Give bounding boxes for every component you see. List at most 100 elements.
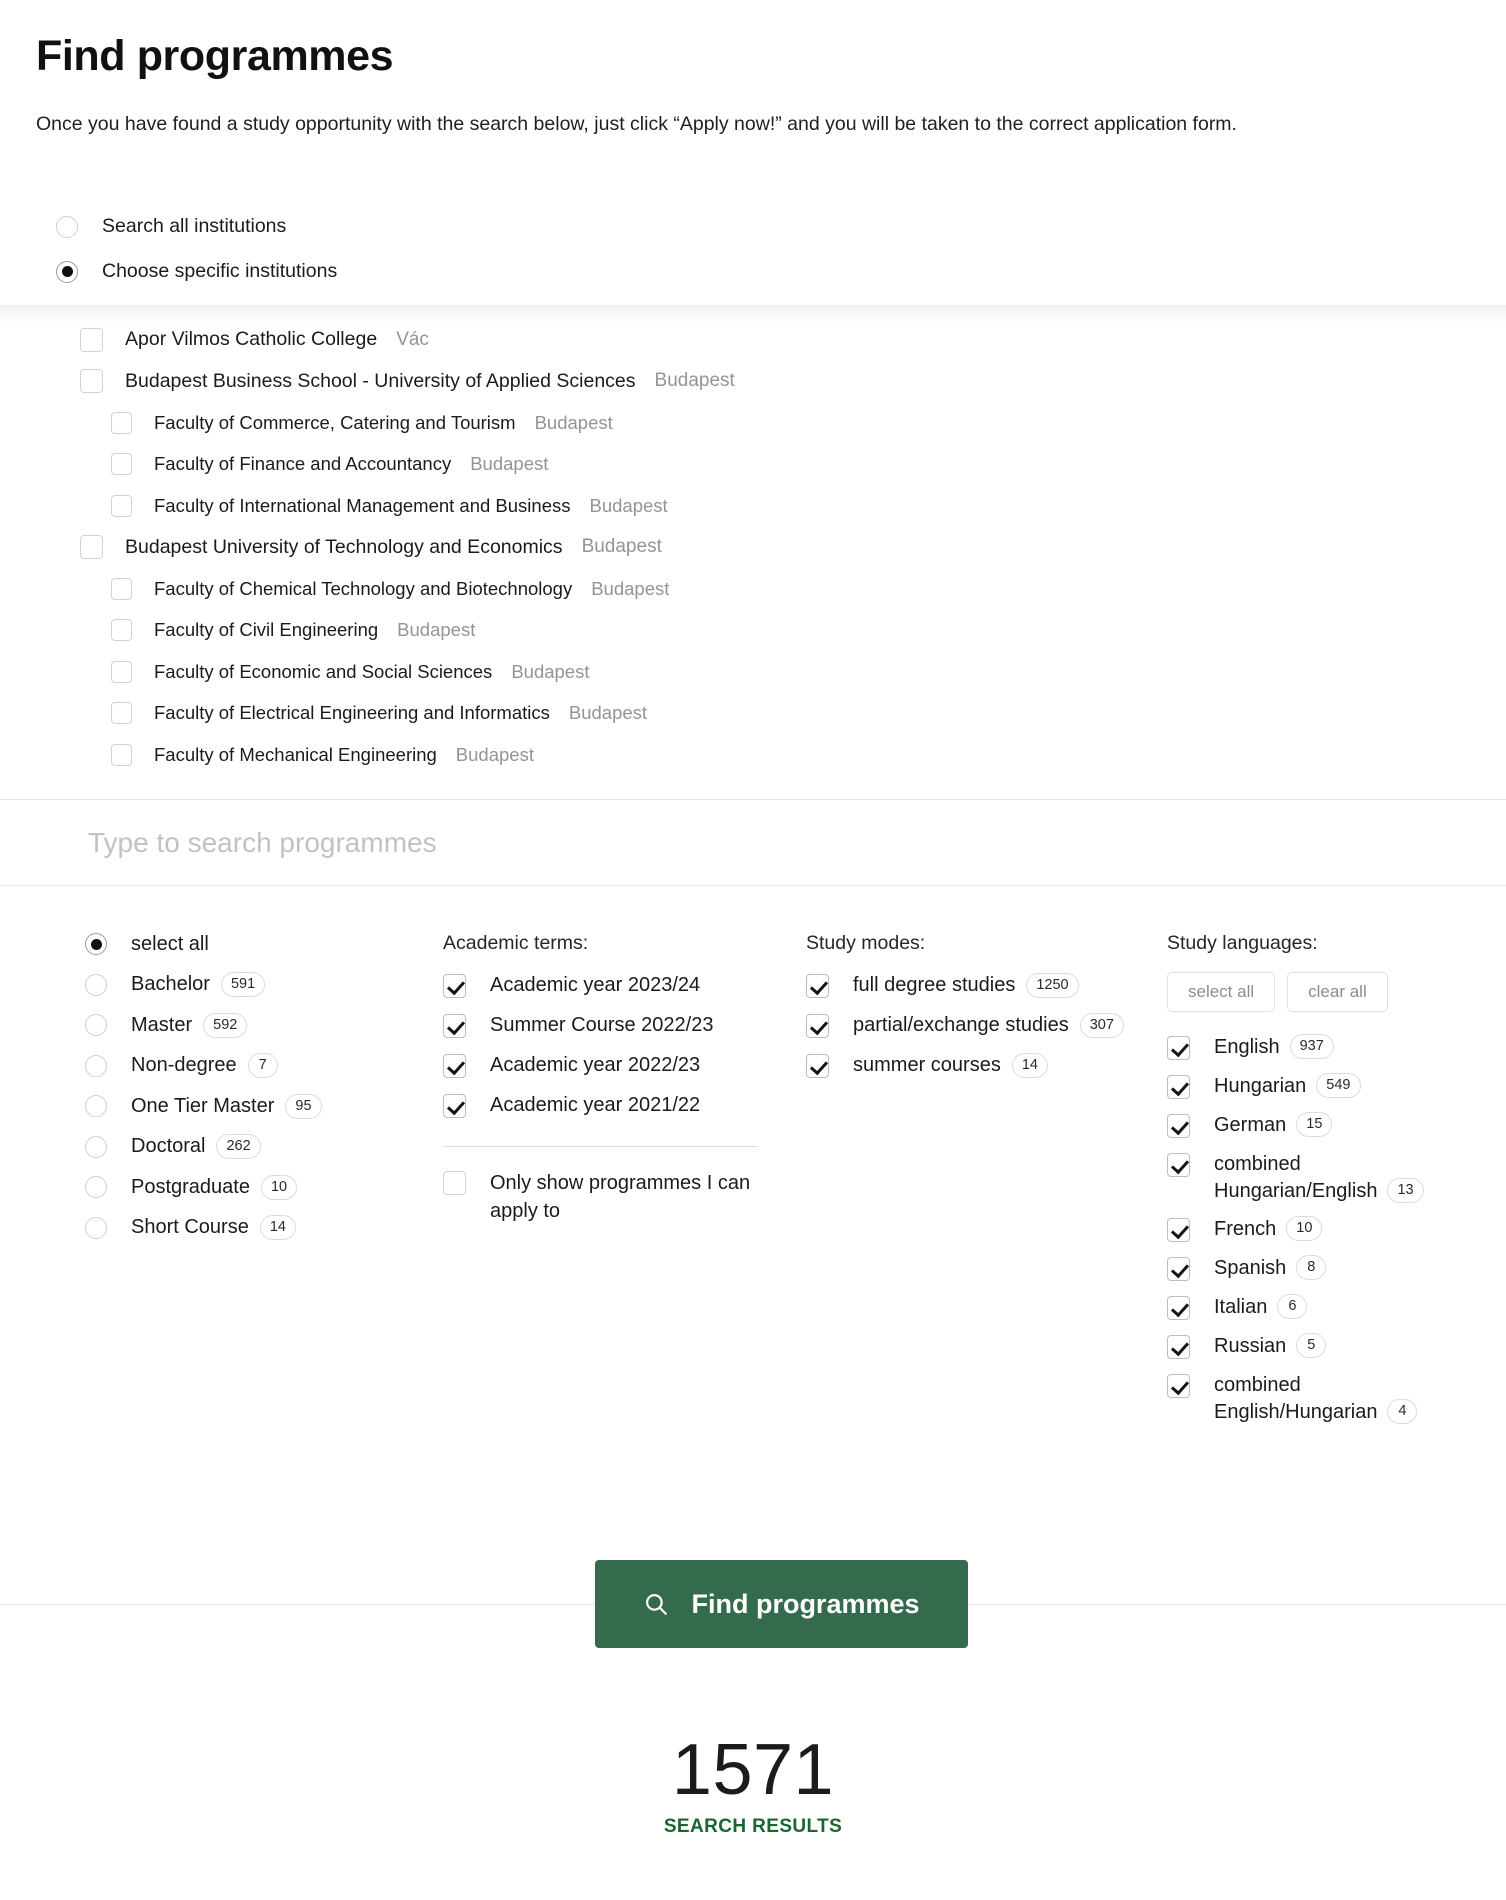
academic-term-option[interactable]: Academic year 2021/22 [443, 1092, 773, 1120]
scope-option-1[interactable]: Choose specific institutions [56, 249, 756, 294]
count-badge: 6 [1277, 1294, 1308, 1320]
institution-row[interactable]: Faculty of Commerce, Catering and Touris… [0, 402, 1506, 444]
study-mode-checkbox[interactable] [806, 1054, 829, 1078]
count-badge: 307 [1079, 1012, 1124, 1038]
study-language-checkbox[interactable] [1167, 1296, 1190, 1320]
study-language-label: English [1214, 1036, 1280, 1058]
study-language-option[interactable]: French 10 [1167, 1216, 1487, 1244]
institution-checkbox[interactable] [111, 453, 132, 476]
institution-checkbox[interactable] [111, 411, 132, 434]
institution-row[interactable]: Faculty of Mechanical Engineering Budapes… [0, 734, 1506, 776]
study-level-label: Non-degree [131, 1054, 237, 1076]
institution-row[interactable]: Faculty of Economic and Social Sciences B… [0, 651, 1506, 693]
study-mode-option[interactable]: summer courses 14 [806, 1052, 1146, 1080]
institution-name: Budapest Business School - University of… [125, 369, 636, 392]
academic-term-option[interactable]: Summer Course 2022/23 [443, 1012, 773, 1040]
institution-checkbox[interactable] [80, 327, 103, 352]
study-level-radio[interactable] [85, 1135, 107, 1158]
submit-zone: Find programmes [0, 1560, 1506, 1648]
study-language-option[interactable]: Spanish 8 [1167, 1255, 1487, 1283]
study-language-option[interactable]: Italian 6 [1167, 1294, 1487, 1322]
institution-row[interactable]: Faculty of Electrical Engineering and In… [0, 693, 1506, 735]
page-title: Find programmes [36, 32, 394, 80]
study-level-radio[interactable] [85, 1095, 107, 1117]
institution-checkbox[interactable] [111, 743, 132, 766]
institution-row[interactable]: Faculty of Finance and Accountancy Budape… [0, 444, 1506, 486]
study-language-option[interactable]: Hungarian 549 [1167, 1073, 1487, 1101]
institution-checkbox[interactable] [80, 535, 103, 560]
study-level-option[interactable]: Non-degree 7 [85, 1052, 415, 1080]
study-level-radio[interactable] [85, 973, 107, 996]
study-language-option[interactable]: German 15 [1167, 1112, 1487, 1140]
institution-row[interactable]: Faculty of International Management and … [0, 485, 1506, 527]
study-level-option[interactable]: Master 592 [85, 1011, 415, 1039]
institution-row[interactable]: Apor Vilmos Catholic College Vác [0, 319, 1506, 361]
study-level-option[interactable]: Doctoral 262 [85, 1133, 415, 1161]
languages-select-all-button[interactable]: select all [1167, 972, 1276, 1012]
study-language-checkbox[interactable] [1167, 1257, 1190, 1281]
study-mode-option[interactable]: partial/exchange studies 307 [806, 1012, 1146, 1040]
institution-checkbox[interactable] [80, 369, 103, 394]
languages-clear-all-button[interactable]: clear all [1287, 972, 1388, 1012]
scope-radio-0[interactable] [56, 215, 78, 238]
academic-term-checkbox[interactable] [443, 974, 466, 998]
institution-list-panel[interactable]: Apor Vilmos Catholic College Vác Budapest … [0, 305, 1506, 800]
study-language-option[interactable]: Russian 5 [1167, 1333, 1487, 1361]
institution-checkbox[interactable] [111, 702, 132, 725]
study-language-checkbox[interactable] [1167, 1114, 1190, 1138]
study-level-radio[interactable] [85, 1054, 107, 1077]
institution-row[interactable]: Budapest Business School - University of… [0, 361, 1506, 403]
scope-option-0[interactable]: Search all institutions [56, 204, 756, 249]
study-level-option[interactable]: Bachelor 591 [85, 971, 415, 999]
institution-row[interactable]: Faculty of Civil Engineering Budapest [0, 610, 1506, 652]
study-mode-checkbox[interactable] [806, 1014, 829, 1038]
count-badge: 591 [220, 972, 266, 997]
institution-checkbox[interactable] [111, 619, 132, 642]
institution-row[interactable]: Faculty of Chemical Technology and Biote… [0, 568, 1506, 610]
study-level-radio[interactable] [85, 1014, 107, 1036]
study-level-radio[interactable] [85, 1216, 107, 1239]
study-mode-option[interactable]: full degree studies 1250 [806, 972, 1146, 1000]
scope-radio-1[interactable] [56, 260, 78, 283]
study-language-checkbox[interactable] [1167, 1153, 1190, 1177]
study-level-radio[interactable] [85, 933, 107, 955]
academic-term-checkbox[interactable] [443, 1054, 466, 1078]
academic-term-option[interactable]: Academic year 2022/23 [443, 1052, 773, 1080]
institution-name: Faculty of Finance and Accountancy [154, 453, 452, 475]
institution-city: Budapest [568, 702, 648, 724]
study-level-option[interactable]: One Tier Master 95 [85, 1092, 415, 1120]
study-language-label: German [1214, 1114, 1287, 1136]
find-programmes-button[interactable]: Find programmes [595, 1560, 968, 1648]
terms-divider [443, 1146, 758, 1147]
study-language-checkbox[interactable] [1167, 1036, 1190, 1060]
study-language-option[interactable]: English 937 [1167, 1034, 1487, 1062]
academic-term-checkbox[interactable] [443, 1094, 466, 1118]
institution-row[interactable]: Budapest University of Technology and Ec… [0, 527, 1506, 569]
find-programmes-page: Find programmes Once you have found a st… [0, 0, 1506, 1900]
scope-option-label: Choose specific institutions [102, 260, 338, 282]
institution-checkbox[interactable] [111, 660, 132, 683]
study-language-option[interactable]: combined English/Hungarian 4 [1167, 1372, 1487, 1426]
academic-term-checkbox[interactable] [443, 1014, 466, 1038]
institution-checkbox[interactable] [111, 577, 132, 600]
institution-checkbox[interactable] [111, 494, 132, 517]
study-mode-label: partial/exchange studies [853, 1014, 1069, 1036]
study-level-option[interactable]: Short Course 14 [85, 1214, 415, 1242]
study-level-option[interactable]: select all [85, 930, 415, 958]
study-language-checkbox[interactable] [1167, 1335, 1190, 1359]
programme-search-field[interactable]: Type to search programmes [0, 800, 1506, 886]
only-show-applicable-row[interactable]: Only show programmes I can apply to [443, 1169, 773, 1225]
study-language-option[interactable]: combined Hungarian/English 13 [1167, 1151, 1487, 1205]
study-language-checkbox[interactable] [1167, 1374, 1190, 1398]
language-bulk-buttons: select all clear all [1167, 972, 1487, 1012]
only-show-applicable-checkbox[interactable] [443, 1171, 466, 1195]
academic-term-option[interactable]: Academic year 2023/24 [443, 972, 773, 1000]
study-level-column: select all Bachelor 591 Master 592 Non-degree… [85, 930, 415, 1254]
study-level-radio[interactable] [85, 1176, 107, 1198]
study-language-checkbox[interactable] [1167, 1075, 1190, 1099]
study-level-option[interactable]: Postgraduate 10 [85, 1173, 415, 1201]
study-language-checkbox[interactable] [1167, 1218, 1190, 1242]
count-badge: 937 [1289, 1034, 1334, 1060]
study-language-label-wrap: Russian 5 [1214, 1333, 1327, 1359]
study-mode-checkbox[interactable] [806, 974, 829, 998]
